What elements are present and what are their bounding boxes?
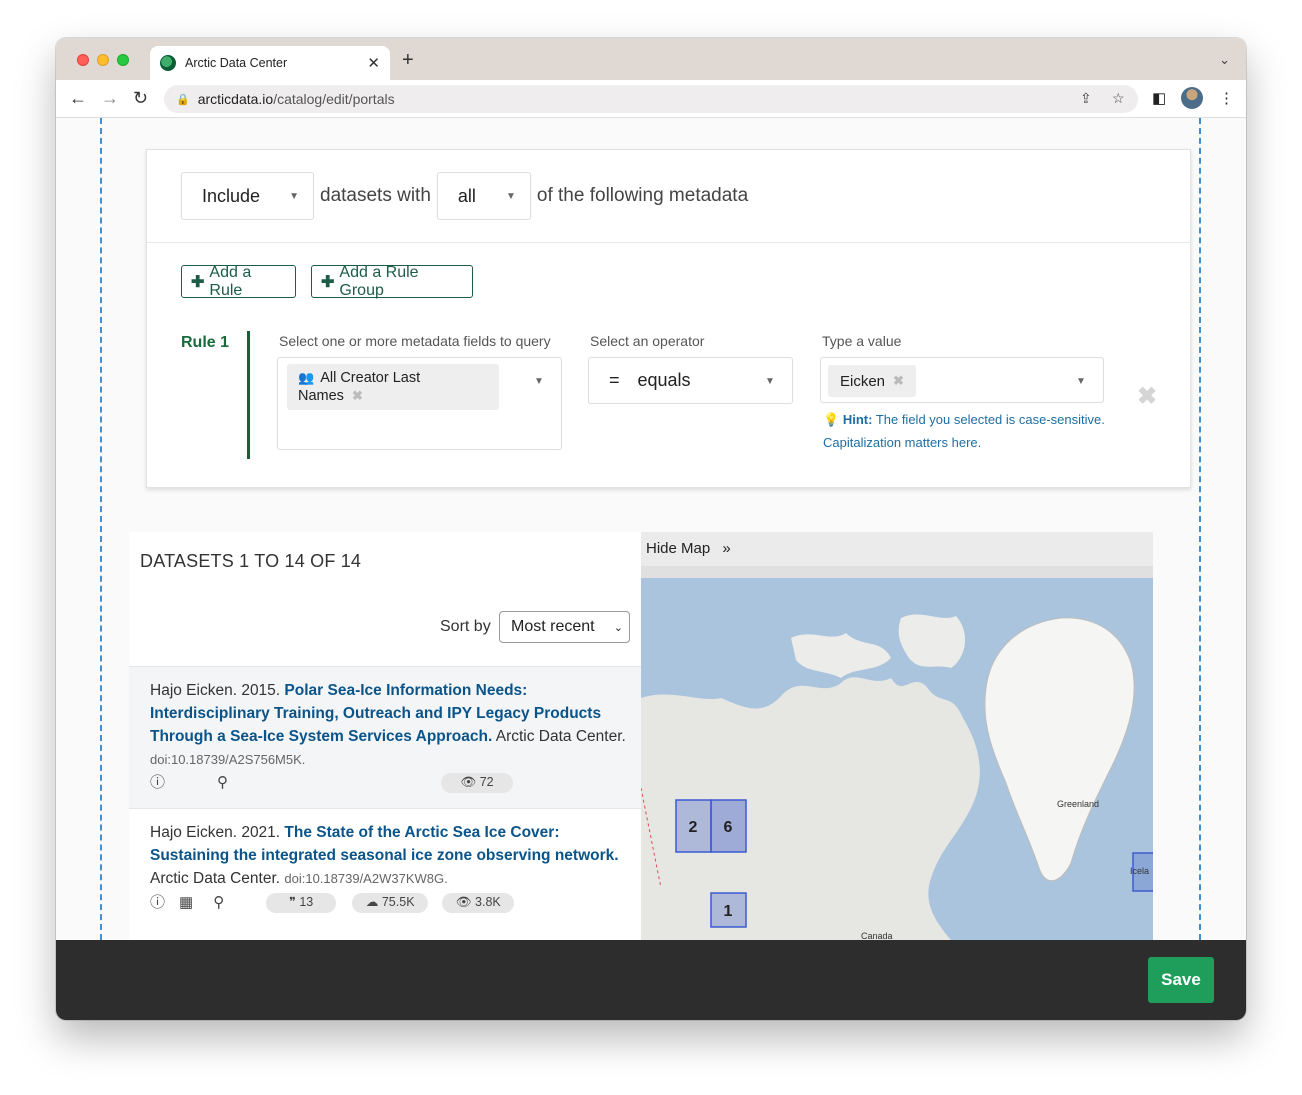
views-badge: 👁 3.8K [442,892,515,913]
arctic-data-favicon-icon [160,55,176,71]
dataset-doi: doi:10.18739/A2S756M5K. [150,752,306,767]
minimize-window-button[interactable] [97,54,109,66]
dataset-doi: doi:10.18739/A2W37KW8G. [284,871,448,886]
chevron-down-icon: ▼ [1076,376,1086,387]
reload-icon[interactable]: ↻ [133,88,148,108]
value-select[interactable]: Eicken ✖ ▼ [820,357,1104,403]
chevron-down-icon: ⌄ [613,621,623,634]
plus-icon: ✚ [321,273,335,291]
cluster-count-1: 1 [724,903,733,920]
following-metadata-text: of the following metadata [536,185,749,206]
results-count-heading: DATASETS 1 TO 14 OF 14 [140,551,362,571]
tab-list-chevron-icon[interactable]: ⌄ [1219,52,1230,68]
chevron-down-icon: ▼ [506,190,516,202]
close-tab-icon[interactable]: ✕ [367,54,380,72]
new-tab-icon[interactable]: + [402,50,414,70]
menu-kebab-icon[interactable]: ⋮ [1219,89,1234,107]
remove-rule-icon[interactable]: ✖ [1137,382,1157,411]
browser-tab[interactable]: Arctic Data Center ✕ [150,46,390,80]
plus-icon: ✚ [191,273,205,291]
chevron-down-icon: ▼ [534,376,544,387]
field-select-label: Select one or more metadata fields to qu… [279,333,551,349]
value-input-label: Type a value [822,333,902,349]
tab-bar: Arctic Data Center ✕ + ⌄ [56,38,1246,80]
browser-window: Arctic Data Center ✕ + ⌄ ← → ↻ 🔒 arcticd… [56,38,1246,1020]
query-builder-card: Include ▼ datasets with all ▼ of the fol… [146,149,1191,488]
profile-avatar[interactable] [1181,87,1203,109]
remove-value-icon[interactable]: ✖ [893,373,904,389]
users-icon: 👥 [298,370,315,385]
field-chip: 👥 All Creator Last Names ✖ [287,364,499,410]
map-toolbar-band [641,566,1153,578]
edit-region-border-left [100,118,102,940]
maximize-window-button[interactable] [117,54,129,66]
sort-by-label: Sort by [440,618,491,635]
rule-label: Rule 1 [181,334,230,351]
sidebar-toggle-icon[interactable]: ◧ [1152,89,1166,107]
iceland-map-label: Icela [1130,866,1149,876]
url-text: arcticdata.io/catalog/edit/portals [197,91,395,107]
cloud-download-icon: ☁ [365,895,379,909]
include-exclude-select[interactable]: Include ▼ [181,172,314,220]
lock-icon: 🔒 [176,93,190,106]
quote-icon: ❞ [289,895,296,909]
address-bar[interactable]: 🔒 arcticdata.io/catalog/edit/portals ⇪ ☆ [164,85,1138,113]
hide-map-toggle[interactable]: Hide Map » [641,532,1153,566]
info-icon[interactable]: ⓘ [150,771,165,794]
map-marker-icon[interactable]: ⚲ [213,891,224,914]
value-chip: Eicken ✖ [828,365,916,397]
eye-icon: 👁 [460,775,477,789]
all-any-select[interactable]: all ▼ [436,172,531,220]
tab-title: Arctic Data Center [185,56,288,70]
dataset-metrics-row: ⓘ ▦ ⚲ ❞ 13 ☁ 75.5K 👁 3.8K [150,891,515,914]
bookmark-star-icon[interactable]: ☆ [1112,90,1125,107]
chevron-down-icon: ▼ [765,376,775,387]
search-results-panel: DATASETS 1 TO 14 OF 14 Sort by Most rece… [129,532,641,940]
map-marker-icon[interactable]: ⚲ [217,771,228,794]
operator-select[interactable]: = equals ▼ [588,357,793,404]
save-button[interactable]: Save [1148,957,1214,1003]
operator-select-label: Select an operator [590,333,705,349]
double-chevron-right-icon: » [722,540,731,557]
data-table-icon[interactable]: ▦ [179,891,193,914]
canada-map-label: Canada [861,931,893,940]
case-sensitive-hint: 💡 Hint: The field you selected is case-s… [823,412,1105,450]
share-icon[interactable]: ⇪ [1080,90,1092,107]
eye-icon: 👁 [455,895,472,909]
list-item: Hajo Eicken. 2015. Polar Sea-Ice Informa… [129,666,641,808]
editor-footer-bar: Save [56,940,1246,1020]
rule-indicator-bar [247,331,250,459]
close-window-button[interactable] [77,54,89,66]
cluster-count-6: 6 [724,819,733,836]
query-header-row: Include ▼ datasets with all ▼ of the fol… [147,150,1190,243]
cluster-count-2: 2 [689,819,698,836]
chevron-down-icon: ▼ [289,190,299,202]
add-rule-button[interactable]: ✚ Add a Rule [181,264,296,299]
info-icon[interactable]: ⓘ [150,891,165,914]
map-canvas[interactable]: 2 6 1 Greenland Canada Icela [641,578,1153,940]
sort-select[interactable]: Most recent ⌄ [499,611,630,643]
lightbulb-icon: 💡 [823,412,840,427]
add-rule-group-button[interactable]: ✚ Add a Rule Group [311,264,473,299]
browser-toolbar: ← → ↻ 🔒 arcticdata.io/catalog/edit/porta… [56,80,1246,118]
list-item: Hajo Eicken. 2021. The State of the Arct… [129,808,641,928]
views-badge: 👁 72 [441,772,514,793]
metadata-field-select[interactable]: 👥 All Creator Last Names ✖ ▼ [277,357,562,450]
dataset-metrics-row: ⓘ ⚲ 👁 72 [150,771,514,794]
datasets-with-text: datasets with [320,185,431,206]
page-viewport: Include ▼ datasets with all ▼ of the fol… [56,118,1246,940]
forward-icon[interactable]: → [101,88,119,108]
downloads-badge: ☁ 75.5K [352,892,429,913]
results-map-panel: Hide Map » 2 6 1 Greenland Canada Icela [641,532,1153,940]
remove-field-icon[interactable]: ✖ [352,388,363,403]
greenland-map-label: Greenland [1057,799,1099,809]
edit-region-border-right [1199,118,1201,940]
back-icon[interactable]: ← [69,88,87,108]
citations-badge: ❞ 13 [266,892,337,913]
